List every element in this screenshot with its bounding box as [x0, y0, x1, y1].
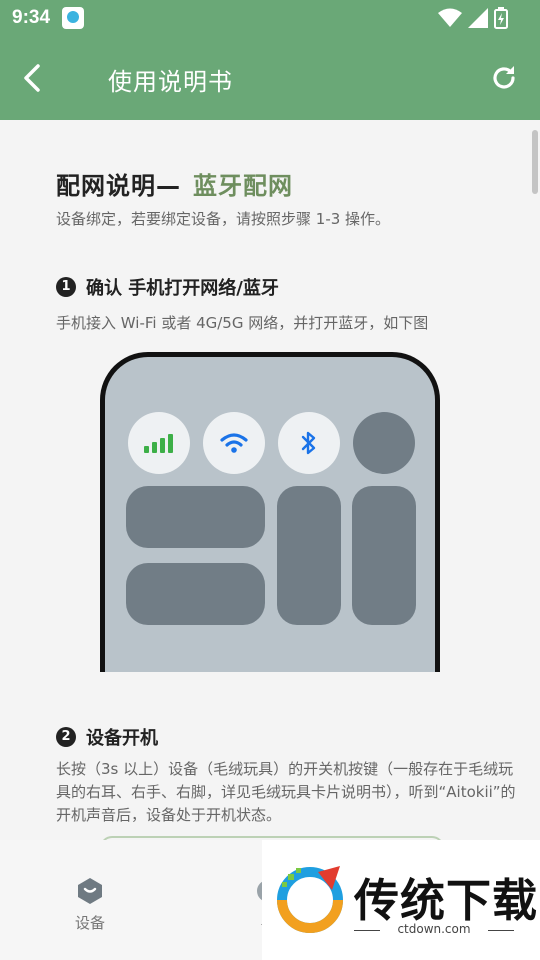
- wifi-status-icon: [438, 8, 462, 27]
- step-2-title: 2 设备开机: [56, 724, 158, 750]
- step-1-description: 手机接入 Wi-Fi 或者 4G/5G 网络，并打开蓝牙，如下图: [56, 314, 429, 332]
- wifi-icon: [203, 412, 265, 474]
- bluetooth-icon: [278, 412, 340, 474]
- status-icons: [438, 6, 508, 30]
- watermark-url: ctdown.com: [397, 922, 471, 936]
- cellular-signal-icon: [128, 412, 190, 474]
- battery-charging-icon: [494, 7, 508, 29]
- app-notification-icon: [62, 7, 84, 29]
- scrollbar-thumb[interactable]: [532, 130, 538, 194]
- section-heading: 配网说明— 蓝牙配网: [56, 166, 293, 201]
- quick-slider-brightness: [277, 486, 341, 625]
- watermark-logo-icon: [277, 866, 343, 933]
- status-time: 9:34: [12, 7, 51, 28]
- step-1-title: 1 确认 手机打开网络/蓝牙: [56, 274, 279, 300]
- step-title-text: 设备开机: [86, 728, 158, 749]
- phone-illustration: [100, 352, 440, 672]
- heading-prefix: 配网说明—: [56, 172, 181, 200]
- app-bar: 使用说明书: [0, 36, 540, 120]
- content-area[interactable]: 配网说明— 蓝牙配网 设备绑定，若要绑定设备，请按照步骤 1-3 操作。 1 确认…: [0, 120, 540, 840]
- step-title-text: 确认 手机打开网络/蓝牙: [86, 278, 279, 299]
- watermark-overlay: 传统下载 ctdown.com: [262, 840, 540, 960]
- heading-accent: 蓝牙配网: [193, 172, 293, 200]
- quick-slider-volume: [352, 486, 416, 625]
- cell-signal-icon: [468, 8, 488, 28]
- step-number-badge: 1: [56, 277, 76, 297]
- nav-label: 设备: [74, 914, 105, 932]
- back-arrow-icon[interactable]: [18, 62, 50, 94]
- status-bar: 9:34: [0, 0, 540, 36]
- quick-toggle-placeholder: [353, 412, 415, 474]
- refresh-icon[interactable]: [488, 62, 520, 94]
- nav-item-device[interactable]: 设备: [50, 876, 130, 933]
- quick-tile-wide: [126, 486, 265, 548]
- watermark-divider: [488, 930, 514, 931]
- step-number-badge: 2: [56, 727, 76, 747]
- page-title: 使用说明书: [108, 68, 233, 96]
- watermark-text: 传统下载: [354, 874, 539, 927]
- device-icon: [78, 878, 102, 904]
- section-subtitle: 设备绑定，若要绑定设备，请按照步骤 1-3 操作。: [56, 210, 391, 228]
- quick-tile-wide: [126, 563, 265, 625]
- step-2-description: 长按（3s 以上）设备（毛绒玩具）的开关机按键（一般存在于毛绒玩具的右耳、右手、…: [56, 760, 516, 824]
